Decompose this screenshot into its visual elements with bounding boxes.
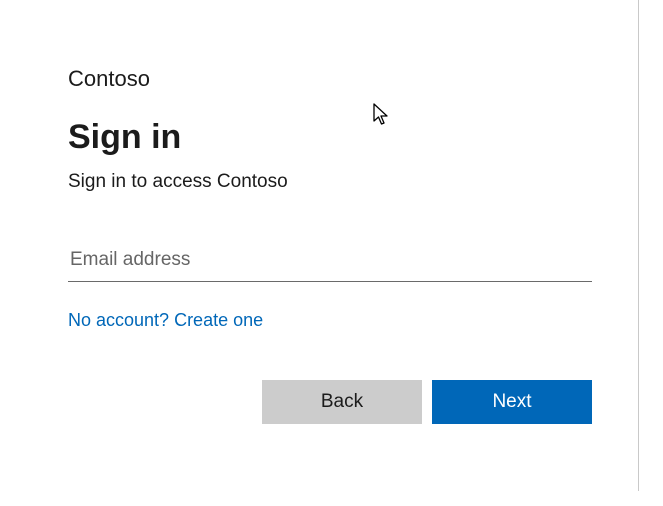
page-subtitle: Sign in to access Contoso bbox=[68, 171, 595, 193]
next-button[interactable]: Next bbox=[432, 380, 592, 424]
create-account-link[interactable]: No account? Create one bbox=[68, 310, 263, 330]
right-divider bbox=[638, 0, 639, 491]
brand-name: Contoso bbox=[68, 66, 595, 92]
signin-panel: Contoso Sign in Sign in to access Contos… bbox=[0, 0, 663, 331]
email-input-wrap bbox=[68, 241, 592, 282]
button-row: Back Next bbox=[262, 380, 592, 424]
email-input[interactable] bbox=[68, 241, 592, 282]
page-title: Sign in bbox=[68, 118, 595, 157]
back-button[interactable]: Back bbox=[262, 380, 422, 424]
